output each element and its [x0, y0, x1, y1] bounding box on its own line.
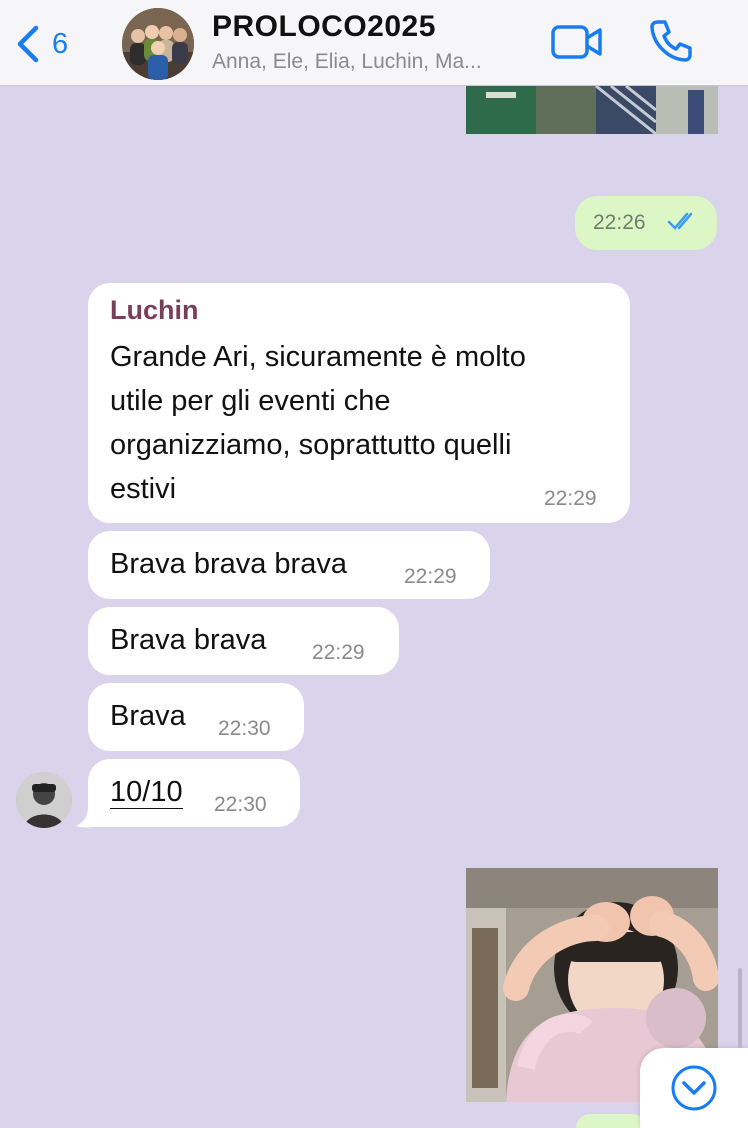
incoming-message[interactable]: Brava brava brava 22:29: [88, 531, 490, 599]
incoming-message[interactable]: Brava brava 22:29: [88, 607, 399, 675]
message-time: 22:30: [218, 717, 271, 740]
incoming-message[interactable]: 10/10 22:30: [88, 759, 300, 827]
message-time: 22:26: [593, 211, 646, 234]
double-check-read-icon: [667, 210, 699, 237]
shared-photo-event[interactable]: [466, 86, 718, 134]
phone-call-icon[interactable]: [648, 18, 694, 69]
chat-header: 6 PROLOCO2025 Anna, Ele, Elia, Luchin, M…: [0, 0, 748, 86]
sender-avatar[interactable]: [16, 772, 72, 828]
video-call-icon[interactable]: [550, 24, 604, 65]
message-line: organizziamo, soprattutto quelli: [110, 429, 512, 461]
chevron-left-icon: [17, 25, 39, 63]
scrollbar[interactable]: [738, 968, 742, 1048]
outgoing-message[interactable]: 22:26: [575, 196, 717, 250]
message-text: Brava brava: [110, 624, 267, 656]
message-time: 22:29: [404, 565, 457, 588]
message-text[interactable]: 10/10: [110, 770, 183, 814]
chevron-down-circle-icon: [671, 1065, 717, 1111]
message-text: Brava brava brava: [110, 548, 347, 580]
message-line: utile per gli eventi che: [110, 385, 391, 417]
unread-count: 6: [52, 27, 69, 60]
message-time: 22:29: [312, 641, 365, 664]
message-line: Grande Ari, sicuramente è molto: [110, 341, 526, 373]
message-time: 22:30: [214, 793, 267, 816]
incoming-message[interactable]: Luchin Grande Ari, sicuramente è molto u…: [88, 283, 630, 523]
scroll-to-bottom-button[interactable]: [640, 1048, 748, 1128]
outgoing-message[interactable]: [576, 1114, 646, 1128]
group-members[interactable]: Anna, Ele, Elia, Luchin, Ma...: [212, 50, 482, 74]
group-title[interactable]: PROLOCO2025: [212, 10, 436, 44]
message-time: 22:29: [544, 487, 597, 510]
bubble-tail: [76, 806, 98, 828]
sender-name[interactable]: Luchin: [110, 295, 199, 326]
message-line: estivi: [110, 473, 177, 505]
group-avatar[interactable]: [122, 8, 194, 80]
message-text: Brava: [110, 700, 186, 732]
incoming-message[interactable]: Brava 22:30: [88, 683, 304, 751]
back-button[interactable]: 6: [14, 22, 94, 66]
